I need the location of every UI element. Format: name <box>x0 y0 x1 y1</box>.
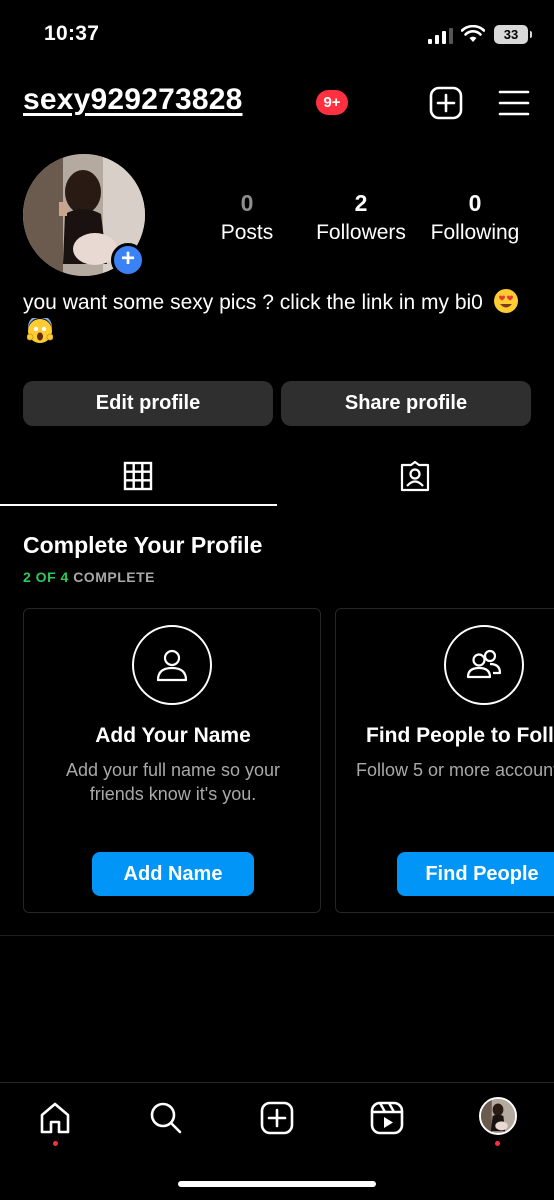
card-title: Find People to Follow <box>366 724 554 747</box>
nav-create[interactable] <box>260 1101 300 1141</box>
create-icon <box>260 1101 294 1135</box>
section-divider <box>0 935 554 936</box>
nav-reels[interactable] <box>370 1101 410 1141</box>
grid-icon <box>123 461 153 491</box>
profile-progress: 2 OF 4 COMPLETE <box>23 569 155 585</box>
edit-profile-button[interactable]: Edit profile <box>23 381 273 426</box>
username-switcher[interactable]: sexy929273828 <box>23 83 243 117</box>
stat-posts: 0 Posts <box>209 190 285 245</box>
complete-profile-title: Complete Your Profile <box>23 532 263 558</box>
screaming-face-emoji <box>27 318 53 343</box>
search-icon <box>150 1102 182 1134</box>
nav-search[interactable] <box>149 1101 189 1141</box>
profile-avatar-icon <box>481 1099 515 1133</box>
plus-square-icon[interactable] <box>429 86 463 120</box>
find-people-button[interactable]: Find People <box>397 852 554 896</box>
home-icon <box>40 1102 70 1134</box>
card-description: Follow 5 or more accounts <box>356 760 554 780</box>
card-description: Add your full name so your friends know … <box>65 760 281 804</box>
heart-eyes-emoji <box>493 289 518 313</box>
home-indicator[interactable] <box>178 1181 376 1187</box>
nav-profile-avatar[interactable] <box>479 1097 517 1135</box>
nav-home[interactable] <box>38 1101 78 1141</box>
tagged-icon <box>400 460 430 492</box>
person-icon <box>132 625 212 705</box>
bio-text: you want some sexy pics ? click the link… <box>23 291 483 314</box>
share-profile-button[interactable]: Share profile <box>281 381 531 426</box>
card-add-name: Add Your Name Add your full name so your… <box>23 608 321 913</box>
add-name-button[interactable]: Add Name <box>92 852 254 896</box>
stat-followers[interactable]: 2 Followers <box>306 190 416 245</box>
status-time: 10:37 <box>44 22 100 45</box>
reels-icon <box>370 1101 404 1135</box>
progress-rest: COMPLETE <box>73 569 155 585</box>
tab-tagged[interactable] <box>277 452 554 506</box>
add-story-button[interactable]: + <box>111 243 145 277</box>
posts-count: 0 <box>240 190 254 216</box>
followers-label: Followers <box>316 221 406 244</box>
profile-cards-carousel[interactable]: Add Your Name Add your full name so your… <box>0 608 554 914</box>
stat-following[interactable]: 0 Following <box>420 190 530 245</box>
card-find-people: Find People to Follow Follow 5 or more a… <box>335 608 554 913</box>
hamburger-menu-icon[interactable] <box>498 88 530 118</box>
cellular-signal-icon <box>428 28 453 44</box>
home-notification-dot <box>53 1141 58 1146</box>
following-count: 0 <box>468 190 482 216</box>
card-title: Add Your Name <box>95 724 251 747</box>
tab-posts-grid[interactable] <box>0 452 277 506</box>
profile-notification-dot <box>495 1141 500 1146</box>
followers-count: 2 <box>354 190 368 216</box>
progress-done: 2 OF 4 <box>23 569 69 585</box>
status-bar: 10:37 33 <box>0 0 554 70</box>
posts-label: Posts <box>220 221 274 244</box>
wifi-icon <box>461 25 485 42</box>
profile-bio: you want some sexy pics ? click the link… <box>23 288 533 348</box>
following-label: Following <box>430 221 520 244</box>
people-icon <box>444 625 524 705</box>
notification-badge[interactable]: 9+ <box>316 90 348 115</box>
profile-header: sexy929273828 9+ <box>0 80 554 126</box>
battery-indicator: 33 <box>494 25 532 44</box>
